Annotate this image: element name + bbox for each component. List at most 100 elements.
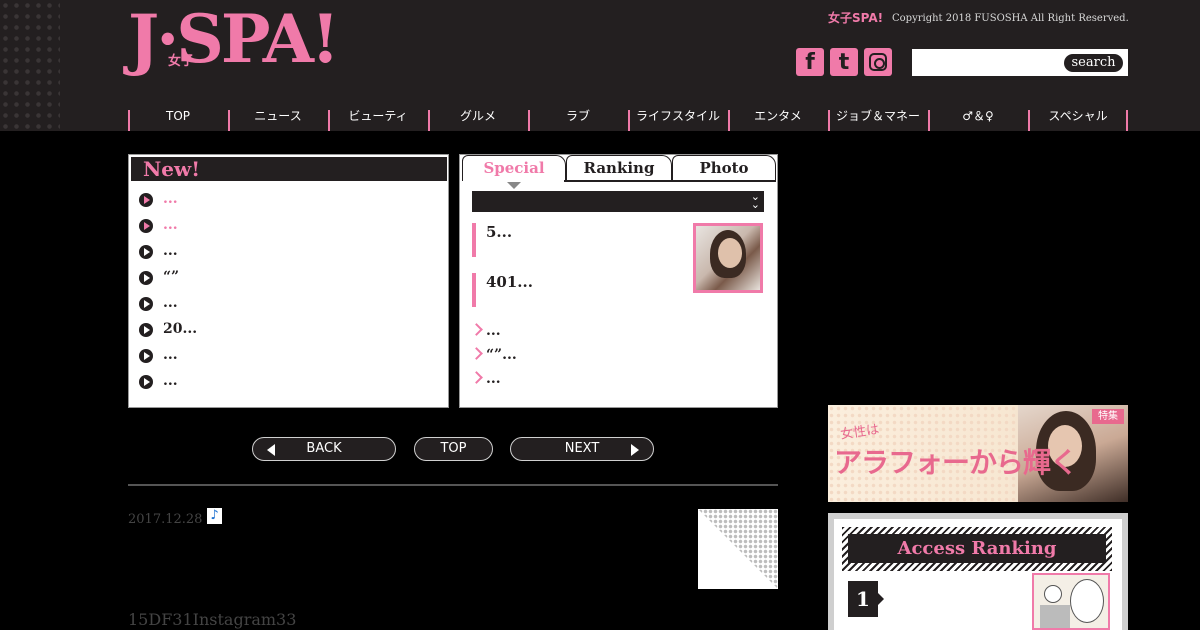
feature-banner[interactable]: 女性は アラフォーから輝く 特集	[828, 405, 1128, 502]
nav-item-job-money[interactable]: ジョブ＆マネー	[828, 107, 928, 131]
new-list-item-text: ...	[163, 295, 178, 311]
nav-item-beauty[interactable]: ビューティ	[328, 107, 428, 131]
feature-accent-bar	[472, 273, 476, 307]
special-link-text: ...	[486, 323, 501, 339]
tab-underline	[564, 180, 776, 182]
special-link-text: ...	[486, 371, 501, 387]
logo-sub: 女子	[168, 54, 195, 69]
tab-ranking[interactable]: Ranking	[566, 155, 672, 181]
photo-face	[718, 238, 742, 268]
header-dot-pattern	[0, 0, 60, 131]
facebook-glyph: f	[805, 50, 815, 75]
music-note-icon[interactable]: ♪	[207, 508, 222, 524]
nav-item-male-female[interactable]: ♂＆♀	[928, 107, 1028, 131]
back-button[interactable]: BACK	[252, 437, 396, 461]
arrow-circle-icon	[139, 297, 153, 311]
special-feature-photo[interactable]	[693, 223, 763, 293]
facebook-icon[interactable]: f	[796, 48, 824, 76]
divider	[128, 484, 778, 486]
ranking-inner: Access Ranking 1	[834, 519, 1122, 630]
new-list-item[interactable]: ...	[139, 347, 429, 367]
site-logo[interactable]: J·SPA! 女子	[128, 2, 350, 76]
nav-item-gourmet[interactable]: グルメ	[428, 107, 528, 131]
double-chevron-down-icon[interactable]: ⌄ ⌄	[751, 191, 760, 210]
new-list-item[interactable]: ...	[139, 191, 429, 211]
arrow-circle-icon	[139, 193, 153, 207]
feature-item[interactable]: 5...	[472, 223, 672, 257]
active-tab-marker-icon	[507, 182, 521, 189]
new-list-item[interactable]: ...	[139, 373, 429, 393]
feature-text: 401...	[486, 273, 533, 291]
chevron-right-icon	[470, 371, 483, 384]
special-link-text: “”...	[486, 347, 517, 363]
article-thumbnail[interactable]	[698, 509, 778, 589]
special-box: Special Ranking Photo ⌄ ⌄ 5... 401... ...…	[459, 154, 778, 408]
new-list-item-text: ...	[163, 243, 178, 259]
banner-tag: 特集	[1092, 409, 1124, 424]
brand-small-logo: 女子SPA!	[828, 11, 884, 25]
tab-photo[interactable]: Photo	[672, 155, 776, 181]
feature-text: 5...	[486, 223, 513, 241]
arrow-circle-icon	[139, 349, 153, 363]
search-button[interactable]: search	[1064, 54, 1123, 72]
new-articles-box: New! ... ... ... “” ... 20... ... ...	[128, 154, 449, 408]
new-box-title: New!	[143, 157, 201, 181]
new-list-item[interactable]: ...	[139, 217, 429, 237]
nav-item-love[interactable]: ラブ	[528, 107, 628, 131]
new-list-item[interactable]: 20...	[139, 321, 429, 341]
new-box-header: New!	[131, 157, 447, 181]
next-button-label: NEXT	[564, 441, 600, 456]
triangle-right-icon	[631, 444, 639, 456]
twitter-icon[interactable]: t	[830, 48, 858, 76]
thumb-head	[1044, 585, 1062, 603]
back-button-label: BACK	[306, 441, 342, 456]
thumb-body	[1040, 605, 1070, 628]
article-date: 2017.12.28	[128, 512, 203, 527]
ranking-thumbnail[interactable]	[1032, 573, 1110, 630]
arrow-circle-icon	[139, 375, 153, 389]
top-button[interactable]: TOP	[414, 437, 493, 461]
ranking-title: Access Ranking	[848, 534, 1106, 563]
new-list-item-text: ...	[163, 373, 178, 389]
feature-item[interactable]: 401...	[472, 273, 672, 307]
instagram-glyph	[869, 53, 887, 71]
access-ranking-box: Access Ranking 1	[828, 513, 1128, 630]
arrow-circle-icon	[139, 323, 153, 337]
twitter-glyph: t	[838, 50, 850, 75]
new-list-item[interactable]: ...	[139, 243, 429, 263]
banner-title: アラフォーから輝く	[834, 446, 1078, 479]
new-list-item-text: 20...	[163, 321, 198, 337]
next-button[interactable]: NEXT	[510, 437, 654, 461]
new-list-item-text: ...	[163, 217, 178, 233]
arrow-circle-icon	[139, 219, 153, 233]
ranking-header: Access Ranking	[842, 527, 1112, 571]
site-header: J·SPA! 女子 女子SPA! Copyright 2018 FUSOSHA …	[0, 0, 1200, 131]
nav-separator	[1126, 110, 1128, 131]
top-button-label: TOP	[440, 441, 467, 456]
nav-item-special[interactable]: スペシャル	[1028, 107, 1128, 131]
special-header-bar: ⌄ ⌄	[472, 191, 764, 212]
nav-item-lifestyle[interactable]: ライフスタイル	[628, 107, 728, 131]
new-list-item-text: ...	[163, 191, 178, 207]
copyright-text: Copyright 2018 FUSOSHA All Right Reserve…	[892, 13, 1129, 24]
arrow-circle-icon	[139, 271, 153, 285]
feature-accent-bar	[472, 223, 476, 257]
chevron-right-icon	[470, 323, 483, 336]
triangle-left-icon	[267, 444, 275, 456]
thumb-speech-bubble	[1070, 579, 1104, 623]
nav-item-news[interactable]: ニュース	[228, 107, 328, 131]
new-list-item[interactable]: “”	[139, 269, 429, 289]
nav-item-entame[interactable]: エンタメ	[728, 107, 828, 131]
tab-special[interactable]: Special	[462, 155, 566, 181]
rank-badge: 1	[848, 581, 884, 617]
instagram-icon[interactable]	[864, 48, 892, 76]
new-list-item-text: ...	[163, 347, 178, 363]
article-text: 15DF31Instagram33	[128, 610, 297, 629]
new-list-item-text: “”	[163, 269, 180, 285]
search-input[interactable]	[916, 52, 1062, 73]
arrow-circle-icon	[139, 245, 153, 259]
nav-item-top[interactable]: TOP	[128, 107, 228, 131]
chevron-right-icon	[470, 347, 483, 360]
new-list-item[interactable]: ...	[139, 295, 429, 315]
logo-text: J·SPA!	[128, 0, 340, 78]
